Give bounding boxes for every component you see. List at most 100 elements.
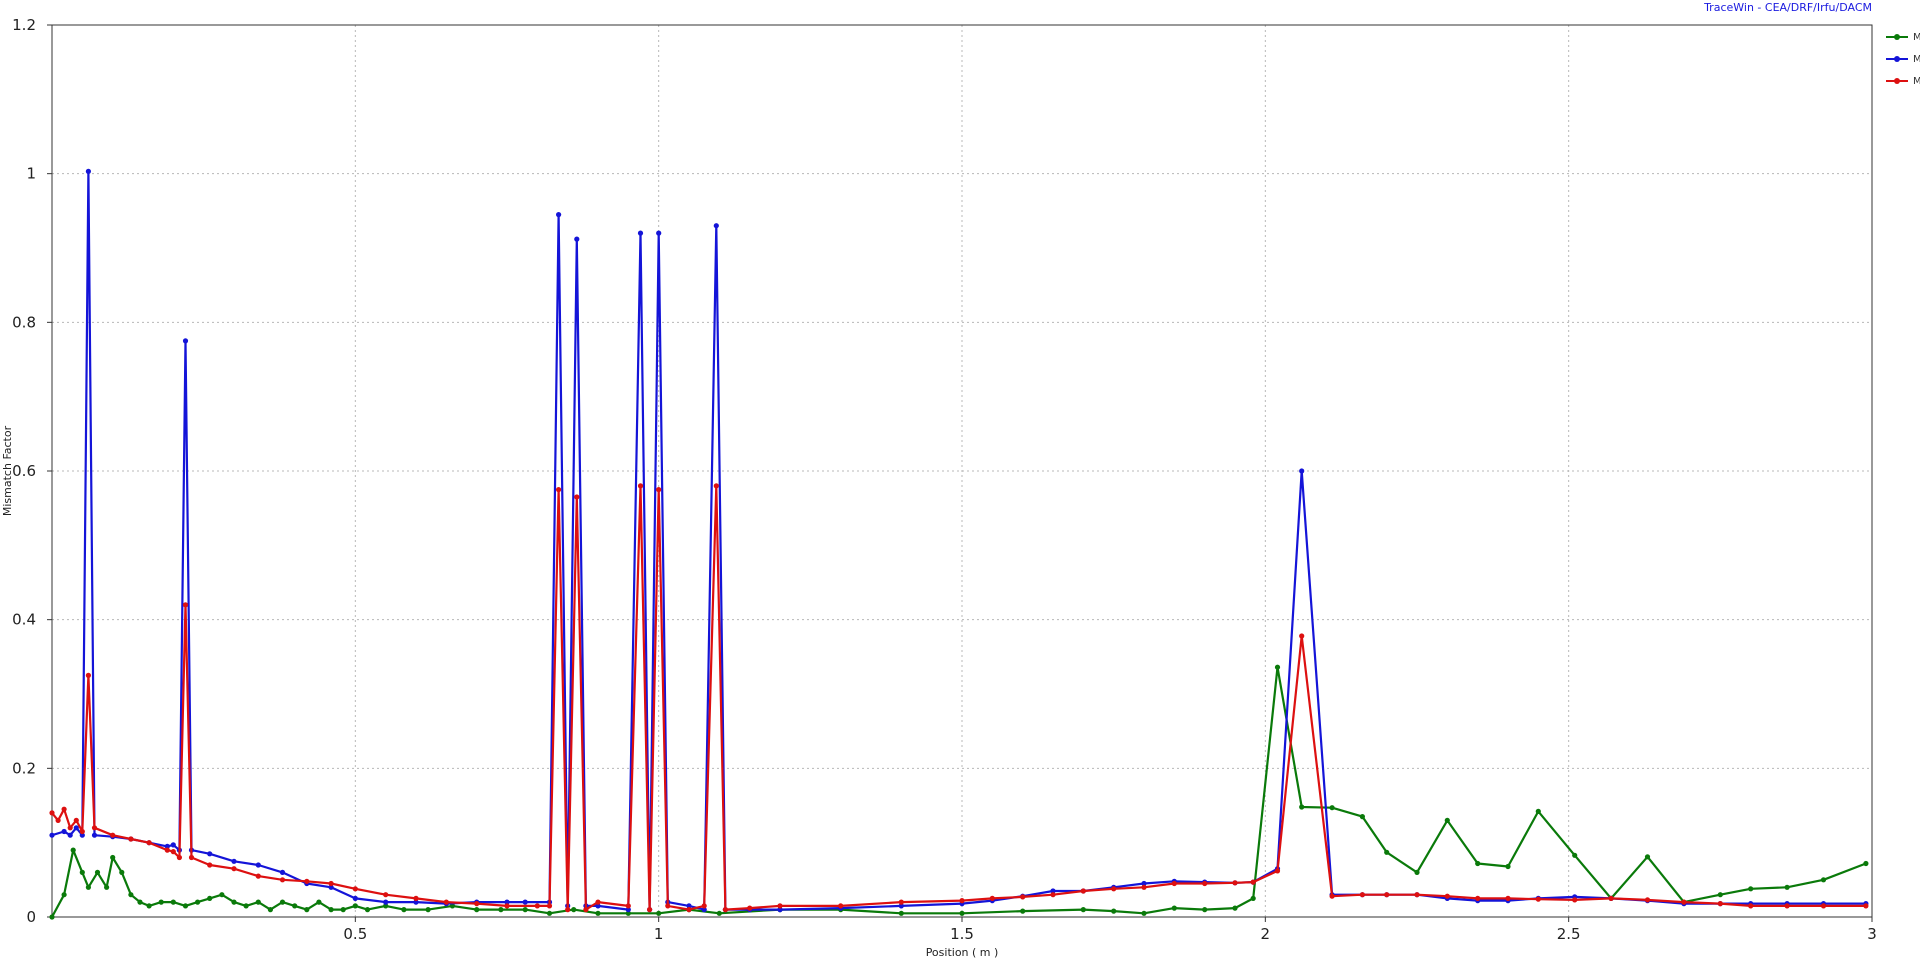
data-point-mz [170, 899, 176, 905]
data-point-mz [137, 899, 143, 905]
data-point-mx [85, 672, 91, 679]
data-point-mz [279, 899, 286, 905]
data-point-mx [701, 903, 707, 909]
data-point-my [67, 832, 73, 838]
data-point-mx [1608, 895, 1614, 902]
data-point-mz [1329, 805, 1335, 811]
data-point-mz [1644, 854, 1651, 860]
data-point-mx [625, 903, 631, 909]
series-mx [49, 483, 1869, 913]
data-point-mx [352, 886, 358, 892]
data-point-mx [1202, 880, 1208, 887]
data-point-mz [1444, 817, 1450, 824]
y-tick-label: 1.2 [12, 16, 36, 34]
data-point-mz [207, 895, 213, 902]
legend-label-my: My [1913, 53, 1920, 65]
x-tick-label: 3 [1867, 925, 1877, 943]
data-point-mx [1050, 892, 1056, 898]
legend-item-mx[interactable]: Mx [1886, 70, 1920, 92]
data-point-mx [665, 903, 671, 909]
data-point-mz [1748, 886, 1754, 892]
data-point-mx [128, 836, 134, 842]
data-point-mx [1863, 903, 1869, 909]
data-point-mz [70, 847, 76, 853]
data-point-my [656, 230, 662, 236]
x-tick-label: 2.5 [1557, 925, 1581, 943]
data-point-mx [182, 602, 189, 608]
x-axis-ticks: 0.5 1 1.5 2 2.5 3 [343, 917, 1877, 943]
data-point-mx [686, 907, 692, 913]
data-point-mx [1505, 895, 1511, 902]
legend-item-my[interactable]: My [1886, 48, 1920, 70]
data-point-my [352, 895, 358, 902]
legend-item-mz[interactable]: Mz [1886, 26, 1920, 48]
data-point-mx [534, 903, 540, 909]
data-point-mx [1535, 896, 1541, 902]
data-point-mz [1475, 860, 1481, 867]
series-my [49, 168, 1869, 913]
data-point-mz [1505, 863, 1511, 870]
data-point-my [91, 832, 98, 838]
x-axis-title: Position ( m ) [926, 946, 999, 958]
data-point-mx [574, 494, 580, 500]
data-point-mx [79, 828, 85, 835]
data-point-my [170, 842, 176, 848]
data-point-mx [1572, 897, 1578, 903]
y-tick-label: 0.4 [12, 611, 36, 629]
data-point-mz [571, 907, 577, 913]
data-point-mx [898, 899, 904, 905]
data-point-mz [61, 892, 67, 898]
data-point-mx [49, 810, 55, 816]
data-point-mx [176, 854, 182, 861]
data-point-mx [747, 905, 753, 911]
y-tick-label: 0.2 [12, 759, 36, 777]
data-point-mz [498, 907, 504, 913]
data-point-mx [231, 866, 237, 872]
grid-lines [52, 25, 1873, 917]
data-point-mz [340, 907, 346, 913]
data-point-my [713, 223, 719, 229]
data-point-my [49, 832, 55, 838]
data-point-mz [1820, 877, 1827, 883]
data-point-mx [1141, 884, 1147, 890]
data-point-mx [279, 877, 286, 883]
data-point-mx [1644, 897, 1651, 903]
data-point-mx [637, 483, 644, 489]
data-point-mz [1020, 908, 1026, 914]
data-point-mz [128, 892, 134, 898]
data-point-mx [73, 817, 79, 824]
data-point-mx [713, 483, 719, 489]
data-point-mz [1111, 908, 1117, 914]
y-tick-label: 0.6 [12, 462, 36, 480]
data-point-my [85, 168, 91, 174]
data-point-mx [146, 840, 152, 846]
data-point-mz [364, 907, 371, 913]
data-point-mx [595, 899, 601, 905]
data-point-mx [1329, 893, 1335, 899]
data-point-mx [583, 907, 589, 913]
data-point-mx [1274, 868, 1281, 874]
data-point-mx [1111, 886, 1117, 892]
series-line-mx [51, 484, 1866, 911]
data-point-mx [959, 898, 965, 904]
data-point-mx [722, 907, 729, 913]
data-point-mz [1717, 892, 1723, 898]
data-point-my [255, 862, 261, 868]
data-point-mx [1717, 901, 1723, 907]
series-line-mz [51, 666, 1867, 918]
data-point-mx [1475, 895, 1481, 902]
data-point-mx [556, 487, 562, 493]
data-point-my [556, 212, 562, 218]
data-point-mz [1171, 905, 1177, 911]
data-point-mz [1250, 895, 1256, 902]
data-point-mx [1820, 903, 1827, 909]
data-point-mx [55, 817, 61, 824]
data-point-mx [1232, 880, 1238, 886]
data-point-mx [443, 899, 449, 905]
data-point-mz [158, 899, 164, 905]
data-point-mz [522, 907, 528, 913]
data-point-mz [898, 910, 904, 916]
data-point-mz [146, 903, 152, 909]
data-point-mx [1080, 888, 1086, 894]
data-point-mz [1141, 910, 1147, 916]
